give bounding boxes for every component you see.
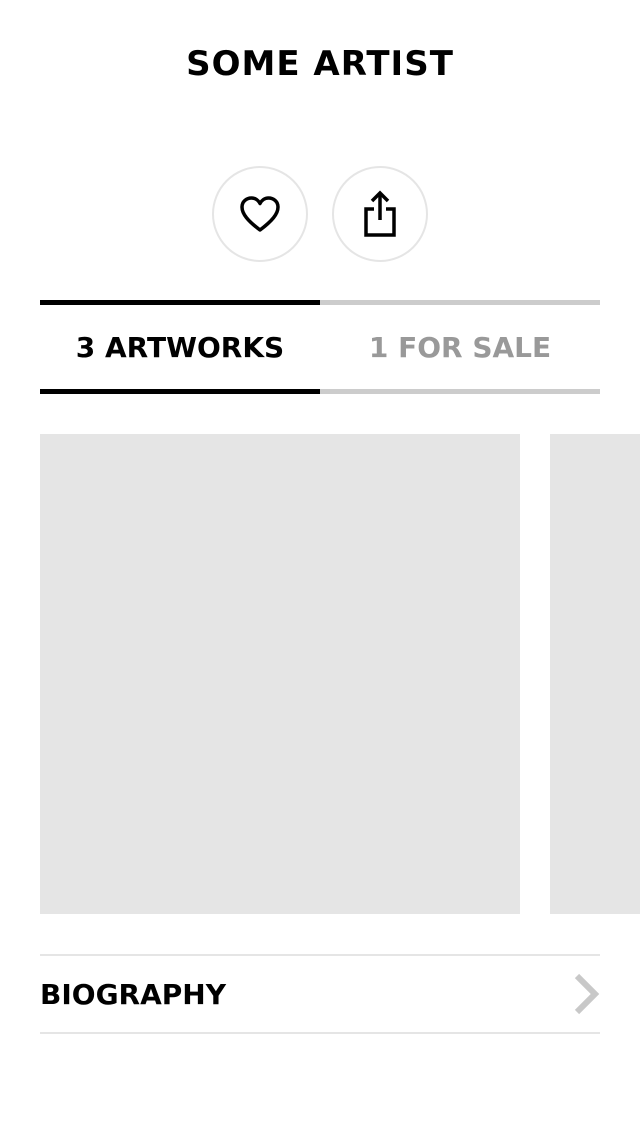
- artwork-carousel[interactable]: [0, 434, 640, 914]
- follow-button[interactable]: [212, 166, 308, 262]
- share-button[interactable]: [332, 166, 428, 262]
- artwork-placeholder[interactable]: [550, 434, 640, 914]
- tab-artworks[interactable]: 3 ARTWORKS: [40, 300, 320, 394]
- heart-icon: [240, 196, 280, 232]
- artist-name: SOME ARTIST: [186, 44, 454, 84]
- tab-for-sale[interactable]: 1 FOR SALE: [320, 300, 600, 394]
- artwork-tabs: 3 ARTWORKS 1 FOR SALE: [40, 300, 600, 394]
- biography-label: BIOGRAPHY: [40, 977, 227, 1011]
- biography-row[interactable]: BIOGRAPHY: [40, 954, 600, 1034]
- chevron-right-icon: [574, 973, 600, 1015]
- artwork-placeholder[interactable]: [40, 434, 520, 914]
- artist-page: SOME ARTIST 3 ARTWORKS 1 FOR SALE BIOGRA…: [0, 0, 640, 1136]
- share-icon: [364, 190, 396, 237]
